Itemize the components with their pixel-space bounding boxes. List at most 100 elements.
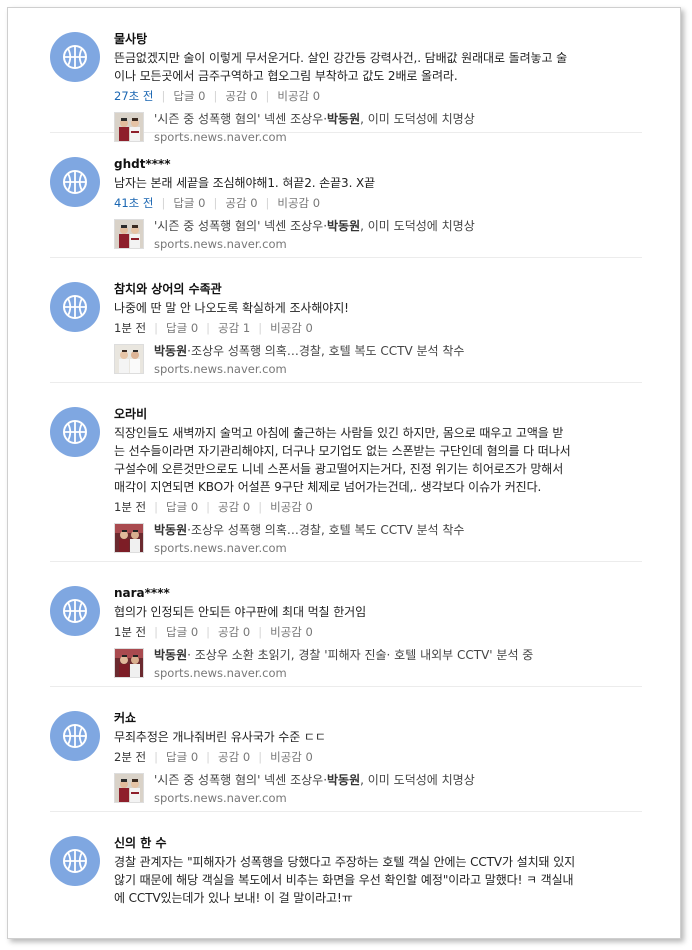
meta-divider: | <box>154 321 159 335</box>
comment-time: 1분 전 <box>114 625 147 639</box>
meta-divider: | <box>206 500 211 514</box>
news-thumbnail[interactable] <box>114 523 144 553</box>
news-link[interactable]: '시즌 중 성폭행 혐의' 넥센 조상우·박동원, 이미 도덕성에 치명상 sp… <box>114 772 642 806</box>
comment-meta: 1분 전 | 답글 0 | 공감 0 | 비공감 0 <box>114 623 642 641</box>
meta-divider: | <box>161 196 166 210</box>
comment-text: 협의가 인정되든 안되든 야구판에 최대 먹칠 한거임 <box>114 603 642 621</box>
comment-text-line: 이나 모든곳에서 금주구역하고 협오그림 부착하고 값도 2배로 올려라. <box>114 69 458 83</box>
news-link[interactable]: 박동원· 조상우 소환 초읽기, 경찰 '피해자 진술· 호텔 내외부 CCTV… <box>114 647 642 681</box>
meta-divider: | <box>265 196 270 210</box>
meta-divider: | <box>206 321 211 335</box>
comment-item: 오라비 직장인들도 새벽까지 술먹고 아침에 출근하는 사람들 있긴 하지만, … <box>50 383 642 562</box>
basketball-icon <box>63 45 87 69</box>
avatar[interactable] <box>50 836 100 886</box>
comment-meta: 27초 전 | 답글 0 | 공감 0 | 비공감 0 <box>114 87 642 105</box>
news-link[interactable]: 박동원·조상우 성폭행 의혹…경찰, 호텔 복도 CCTV 분석 착수 spor… <box>114 343 642 377</box>
basketball-icon <box>63 420 87 444</box>
news-title[interactable]: 박동원·조상우 성폭행 의혹…경찰, 호텔 복도 CCTV 분석 착수 <box>154 343 464 359</box>
comment-text-line: 는 선수들이라면 자기관리해야지, 더구나 모기업도 없는 스폰받는 구단인데 … <box>114 444 571 458</box>
comment-text-line: 경찰 관계자는 "피해자가 성폭행을 당했다고 주장하는 호텔 객실 안에는 C… <box>114 855 576 869</box>
comment-text-line: 직장인들도 새벽까지 술먹고 아침에 출근하는 사람들 있긴 하지만, 몸으로 … <box>114 426 564 440</box>
news-thumbnail[interactable] <box>114 219 144 249</box>
news-url: sports.news.naver.com <box>154 237 287 251</box>
like-button[interactable]: 공감 0 <box>225 89 257 103</box>
comment-time: 27초 전 <box>114 89 154 103</box>
like-button[interactable]: 공감 0 <box>218 750 250 764</box>
meta-divider: | <box>258 750 263 764</box>
comment-text-line: 무죄추정은 개나줘버린 유사국가 수준 ㄷㄷ <box>114 730 326 744</box>
meta-divider: | <box>154 500 159 514</box>
avatar[interactable] <box>50 407 100 457</box>
comment-item: 참치와 상어의 수족관 나중에 딴 말 안 나오도록 확실하게 조사해야지! 1… <box>50 258 642 383</box>
meta-divider: | <box>206 625 211 639</box>
comment-panel: 물사탕 뜬금없겠지만 술이 이렇게 무서운거다. 살인 강간등 강력사건,. 담… <box>7 7 681 939</box>
dislike-button[interactable]: 비공감 0 <box>277 196 320 210</box>
meta-divider: | <box>258 625 263 639</box>
comment-meta: 1분 전 | 답글 0 | 공감 1 | 비공감 0 <box>114 319 642 337</box>
reply-button[interactable]: 답글 0 <box>166 625 198 639</box>
comment-text-line: 뜬금없겠지만 술이 이렇게 무서운거다. 살인 강간등 강력사건,. 담배값 원… <box>114 51 568 65</box>
avatar[interactable] <box>50 32 100 82</box>
comment-nickname[interactable]: 물사탕 <box>114 30 642 48</box>
news-title[interactable]: '시즌 중 성폭행 혐의' 넥센 조상우·박동원, 이미 도덕성에 치명상 <box>154 218 475 234</box>
dislike-button[interactable]: 비공감 0 <box>270 500 313 514</box>
comment-nickname[interactable]: nara**** <box>114 584 642 602</box>
comment-time: 2분 전 <box>114 750 147 764</box>
news-link[interactable]: '시즌 중 성폭행 혐의' 넥센 조상우·박동원, 이미 도덕성에 치명상 sp… <box>114 218 642 252</box>
news-thumbnail[interactable] <box>114 773 144 803</box>
news-link[interactable]: 박동원·조상우 성폭행 의혹…경찰, 호텔 복도 CCTV 분석 착수 spor… <box>114 522 642 556</box>
meta-divider: | <box>213 89 218 103</box>
news-url: sports.news.naver.com <box>154 666 287 680</box>
comment-nickname[interactable]: 신의 한 수 <box>114 834 642 852</box>
avatar[interactable] <box>50 282 100 332</box>
comment-nickname[interactable]: 커쇼 <box>114 709 642 727</box>
like-button[interactable]: 공감 0 <box>218 500 250 514</box>
basketball-icon <box>63 724 87 748</box>
dislike-button[interactable]: 비공감 0 <box>277 89 320 103</box>
meta-divider: | <box>213 196 218 210</box>
avatar[interactable] <box>50 711 100 761</box>
comment-text: 뜬금없겠지만 술이 이렇게 무서운거다. 살인 강간등 강력사건,. 담배값 원… <box>114 49 642 85</box>
avatar[interactable] <box>50 586 100 636</box>
comment-item: ghdt**** 남자는 본래 세끝을 조심해야해1. 혀끝2. 손끝3. X끝… <box>50 133 642 258</box>
comment-item: nara**** 협의가 인정되든 안되든 야구판에 최대 먹칠 한거임 1분 … <box>50 562 642 687</box>
news-title[interactable]: 박동원·조상우 성폭행 의혹…경찰, 호텔 복도 CCTV 분석 착수 <box>154 522 464 538</box>
news-url: sports.news.naver.com <box>154 541 287 555</box>
like-button[interactable]: 공감 1 <box>218 321 250 335</box>
news-title[interactable]: 박동원· 조상우 소환 초읽기, 경찰 '피해자 진술· 호텔 내외부 CCTV… <box>154 647 533 663</box>
news-thumbnail[interactable] <box>114 648 144 678</box>
comment-nickname[interactable]: ghdt**** <box>114 155 642 173</box>
comment-text-line: 협의가 인정되든 안되든 야구판에 최대 먹칠 한거임 <box>114 605 367 619</box>
basketball-icon <box>63 295 87 319</box>
dislike-button[interactable]: 비공감 0 <box>270 625 313 639</box>
comment-nickname[interactable]: 오라비 <box>114 405 642 423</box>
like-button[interactable]: 공감 0 <box>218 625 250 639</box>
comment-text: 직장인들도 새벽까지 술먹고 아침에 출근하는 사람들 있긴 하지만, 몸으로 … <box>114 424 642 496</box>
news-title[interactable]: '시즌 중 성폭행 혐의' 넥센 조상우·박동원, 이미 도덕성에 치명상 <box>154 111 475 127</box>
reply-button[interactable]: 답글 0 <box>166 321 198 335</box>
comment-meta: 2분 전 | 답글 0 | 공감 0 | 비공감 0 <box>114 748 642 766</box>
meta-divider: | <box>258 321 263 335</box>
comment-time: 1분 전 <box>114 500 147 514</box>
meta-divider: | <box>161 89 166 103</box>
comment-nickname[interactable]: 참치와 상어의 수족관 <box>114 280 642 298</box>
basketball-icon <box>63 849 87 873</box>
news-thumbnail[interactable] <box>114 344 144 374</box>
comment-item: 커쇼 무죄추정은 개나줘버린 유사국가 수준 ㄷㄷ 2분 전 | 답글 0 | 공감 0… <box>50 687 642 812</box>
comment-time: 1분 전 <box>114 321 147 335</box>
basketball-icon <box>63 599 87 623</box>
meta-divider: | <box>154 750 159 764</box>
like-button[interactable]: 공감 0 <box>225 196 257 210</box>
comment-text-line: 매각이 지연되면 KBO가 어설픈 9구단 체제로 넘어가는건데,. 생각보다 … <box>114 480 542 494</box>
news-title[interactable]: '시즌 중 성폭행 혐의' 넥센 조상우·박동원, 이미 도덕성에 치명상 <box>154 772 475 788</box>
reply-button[interactable]: 답글 0 <box>173 196 205 210</box>
dislike-button[interactable]: 비공감 0 <box>270 750 313 764</box>
dislike-button[interactable]: 비공감 0 <box>270 321 313 335</box>
comment-text-line: 않기 때문에 해당 객실을 복도에서 비추는 화면을 우선 확인할 예정"이라고… <box>114 873 574 887</box>
reply-button[interactable]: 답글 0 <box>173 89 205 103</box>
avatar[interactable] <box>50 157 100 207</box>
comment-item: 신의 한 수 경찰 관계자는 "피해자가 성폭행을 당했다고 주장하는 호텔 객… <box>50 812 642 938</box>
reply-button[interactable]: 답글 0 <box>166 750 198 764</box>
comment-text-line: 구설수에 오른것만으로도 니네 스폰서들 광고떨어지는거다, 진정 위기는 히어… <box>114 462 564 476</box>
reply-button[interactable]: 답글 0 <box>166 500 198 514</box>
